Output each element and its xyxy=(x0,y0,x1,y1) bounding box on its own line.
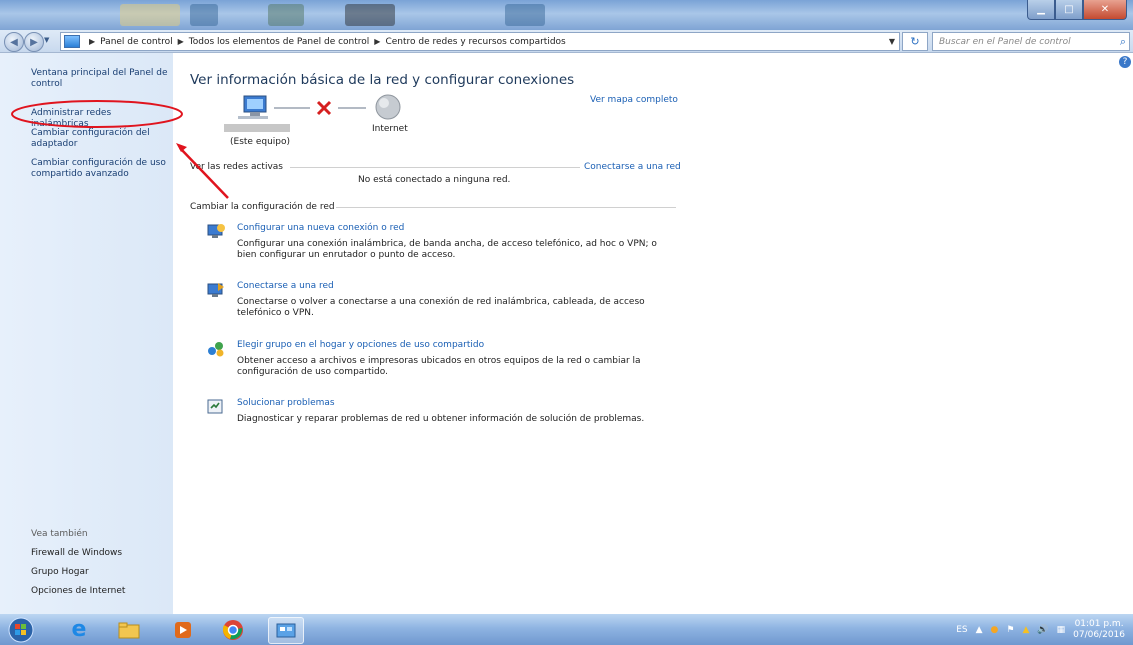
internet-globe-icon xyxy=(375,94,401,120)
task-new-connection-link[interactable]: Configurar una nueva conexión o red xyxy=(237,223,404,233)
computer-icon xyxy=(238,95,268,119)
task-troubleshoot-desc: Diagnosticar y reparar problemas de red … xyxy=(237,414,645,424)
section-divider xyxy=(336,207,676,208)
taskbar-media-player[interactable] xyxy=(166,617,200,642)
maximize-button[interactable]: □ xyxy=(1055,0,1083,20)
not-connected-status: No está conectado a ninguna red. xyxy=(358,175,511,185)
start-button[interactable] xyxy=(4,617,38,642)
sidebar-link-homegroup[interactable]: Grupo Hogar xyxy=(31,567,89,577)
annotation-arrow xyxy=(179,147,229,199)
network-status-icon[interactable]: ▲ xyxy=(1022,625,1029,635)
windows-logo-icon xyxy=(8,617,34,642)
clock[interactable]: 01:01 p.m. 07/06/2016 xyxy=(1073,619,1125,641)
breadcrumb-control-panel[interactable]: Panel de control xyxy=(100,37,172,47)
task-homegroup-desc: Obtener acceso a archivos e impresoras u… xyxy=(237,356,641,377)
aero-blur-decoration xyxy=(505,4,545,26)
clock-date: 07/06/2016 xyxy=(1073,629,1125,640)
page-title: Ver información básica de la red y confi… xyxy=(190,72,575,88)
media-player-icon xyxy=(175,621,191,638)
aero-blur-decoration xyxy=(345,4,395,26)
disconnected-x-icon xyxy=(316,100,332,116)
left-task-pane: Ventana principal del Panel de control A… xyxy=(0,53,173,614)
aero-blur-decoration xyxy=(268,4,304,26)
folder-icon xyxy=(118,622,140,638)
internet-label: Internet xyxy=(372,124,408,134)
active-networks-heading: Ver las redes activas xyxy=(190,162,283,172)
tray-app-icon[interactable]: ● xyxy=(991,625,999,635)
help-icon[interactable]: ? xyxy=(1119,56,1131,68)
search-icon[interactable]: ⌕ xyxy=(1120,35,1129,49)
breadcrumb-all-items[interactable]: Todos los elementos de Panel de control xyxy=(189,37,370,47)
see-also-heading: Vea también xyxy=(31,529,88,539)
task-connect-network-desc: Conectarse o volver a conectarse a una c… xyxy=(237,297,645,318)
forward-arrow-icon: ▶ xyxy=(30,36,38,48)
task-troubleshoot-link[interactable]: Solucionar problemas xyxy=(237,398,335,408)
address-bar[interactable]: ▶ Panel de control ▶ Todos los elementos… xyxy=(60,32,900,51)
minimize-button[interactable]: ▁ xyxy=(1027,0,1055,20)
task-connect-network-link[interactable]: Conectarse a una red xyxy=(237,281,334,291)
refresh-icon: ↻ xyxy=(910,35,920,48)
taskbar-chrome[interactable] xyxy=(216,617,250,642)
aero-blur-decoration xyxy=(190,4,218,26)
search-input[interactable]: Buscar en el Panel de control xyxy=(933,37,1120,47)
sidebar-link-manage-wireless[interactable]: Administrar redes inalámbricas xyxy=(31,108,171,130)
chrome-icon xyxy=(222,619,243,640)
connect-to-network-link[interactable]: Conectarse a una red xyxy=(584,162,681,172)
aero-blur-decoration xyxy=(120,4,180,26)
breadcrumb-separator-icon[interactable]: ▶ xyxy=(178,37,184,46)
task-homegroup-link[interactable]: Elegir grupo en el hogar y opciones de u… xyxy=(237,340,484,350)
breadcrumb-separator-icon[interactable]: ▶ xyxy=(89,37,95,46)
window-controls: ▁ □ ✕ xyxy=(1027,0,1127,20)
task-new-connection-desc: Configurar una conexión inalámbrica, de … xyxy=(237,239,657,260)
new-connection-icon[interactable] xyxy=(206,222,226,240)
section-divider xyxy=(290,167,580,168)
refresh-button[interactable]: ↻ xyxy=(902,32,928,51)
troubleshoot-icon[interactable] xyxy=(206,398,226,416)
annotation-arrowhead xyxy=(176,143,187,152)
recent-pages-dropdown[interactable]: ▼ xyxy=(44,36,49,44)
language-indicator[interactable]: ES xyxy=(956,625,967,635)
volume-icon[interactable]: 🔊 xyxy=(1037,625,1048,635)
sidebar-link-change-adapter[interactable]: Cambiar configuración del adaptador xyxy=(31,128,171,150)
back-arrow-icon: ◀ xyxy=(10,36,18,48)
sidebar-link-firewall[interactable]: Firewall de Windows xyxy=(31,548,122,558)
window-title-bar: ▁ □ ✕ xyxy=(0,0,1133,30)
close-button[interactable]: ✕ xyxy=(1083,0,1127,20)
back-button[interactable]: ◀ xyxy=(4,32,24,52)
connect-network-icon[interactable] xyxy=(206,281,226,299)
internet-explorer-icon: e xyxy=(71,617,87,642)
control-panel-taskbar-icon xyxy=(276,623,296,637)
clock-time: 01:01 p.m. xyxy=(1074,618,1124,629)
change-settings-heading: Cambiar la configuración de red xyxy=(190,202,335,212)
taskbar-control-panel[interactable] xyxy=(268,617,304,644)
windows-tray-icon[interactable]: ▦ xyxy=(1057,625,1066,635)
taskbar-file-explorer[interactable] xyxy=(112,617,146,642)
taskbar-internet-explorer[interactable]: e xyxy=(62,617,96,642)
this-computer-label: (Este equipo) xyxy=(230,137,290,147)
breadcrumb-network-center[interactable]: Centro de redes y recursos compartidos xyxy=(385,37,565,47)
sidebar-link-advanced-sharing[interactable]: Cambiar configuración de uso compartido … xyxy=(31,158,171,180)
sidebar-link-internet-options[interactable]: Opciones de Internet xyxy=(31,586,125,596)
forward-button[interactable]: ▶ xyxy=(24,32,44,52)
search-box[interactable]: Buscar en el Panel de control ⌕ xyxy=(932,32,1130,51)
breadcrumb-separator-icon[interactable]: ▶ xyxy=(374,37,380,46)
view-full-map-link[interactable]: Ver mapa completo xyxy=(590,95,678,105)
address-dropdown-icon[interactable]: ▼ xyxy=(889,37,895,46)
taskbar: e ES ▲ ● ⚑ ▲ 🔊 ▦ 01:01 p.m. 07/06/2016 xyxy=(0,614,1133,645)
system-tray: ES ▲ ● ⚑ ▲ 🔊 ▦ 01:01 p.m. 07/06/2016 xyxy=(956,614,1133,645)
action-center-flag-icon[interactable]: ⚑ xyxy=(1006,625,1014,635)
sidebar-link-control-panel-home[interactable]: Ventana principal del Panel de control xyxy=(31,68,171,90)
control-panel-icon xyxy=(64,35,80,48)
computer-name-redacted xyxy=(224,124,290,132)
homegroup-icon[interactable] xyxy=(206,340,226,358)
show-hidden-icons-icon[interactable]: ▲ xyxy=(976,625,983,635)
address-toolbar: ◀ ▶ ▼ ▶ Panel de control ▶ Todos los ele… xyxy=(0,30,1133,53)
